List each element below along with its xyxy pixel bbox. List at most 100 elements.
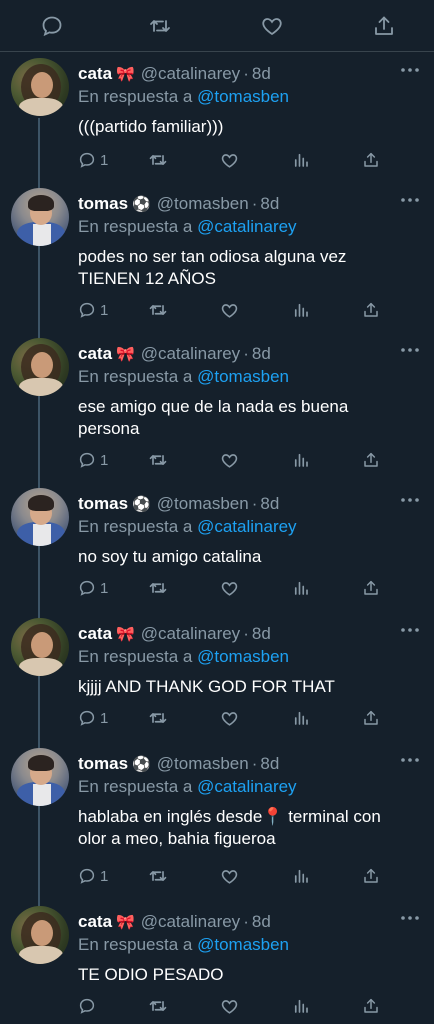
reply-context: En respuesta a @catalinarey (78, 776, 297, 798)
retweet-button[interactable] (148, 450, 168, 470)
avatar[interactable] (11, 748, 69, 806)
reply-mention[interactable]: @tomasben (197, 367, 289, 386)
reply-mention[interactable]: @catalinarey (197, 217, 296, 236)
retweet-button[interactable] (148, 708, 168, 728)
reply-mention[interactable]: @catalinarey (197, 777, 296, 796)
tweet-header: cata 🎀 @catalinarey · 8d (78, 343, 271, 365)
retweet-button[interactable] (148, 150, 168, 170)
analytics-button[interactable] (292, 866, 310, 886)
name-emoji: ⚽ (132, 196, 151, 213)
like-icon[interactable] (260, 14, 284, 38)
retweet-icon[interactable] (148, 14, 172, 38)
like-button[interactable] (220, 450, 239, 470)
analytics-icon (294, 453, 308, 467)
share-button[interactable] (362, 866, 380, 886)
more-options-icon[interactable] (400, 914, 420, 922)
reply-button[interactable]: 1 (78, 450, 108, 470)
share-button[interactable] (362, 300, 380, 320)
tweet-text-line: kjjjj AND THANK GOD FOR THAT (78, 677, 335, 696)
share-button[interactable] (362, 150, 380, 170)
avatar[interactable] (11, 906, 69, 964)
reply-icon[interactable] (40, 14, 64, 38)
avatar[interactable] (11, 58, 69, 116)
handle[interactable]: @tomasben (157, 194, 249, 213)
reply-button[interactable]: 1 (78, 708, 108, 728)
timestamp[interactable]: 8d (260, 754, 279, 773)
more-options-icon[interactable] (400, 496, 420, 504)
display-name[interactable]: cata (78, 912, 112, 931)
name-emoji: ⚽ (132, 756, 151, 773)
display-name[interactable]: cata (78, 344, 112, 363)
analytics-icon (294, 581, 308, 595)
timestamp[interactable]: 8d (252, 912, 271, 931)
avatar[interactable] (11, 188, 69, 246)
handle[interactable]: @tomasben (157, 754, 249, 773)
like-icon (221, 711, 238, 726)
name-emoji: ⚽ (132, 496, 151, 513)
timestamp[interactable]: 8d (252, 344, 271, 363)
analytics-button[interactable] (292, 578, 310, 598)
like-button[interactable] (220, 300, 239, 320)
reply-button[interactable]: 1 (78, 578, 108, 598)
like-button[interactable] (220, 150, 239, 170)
retweet-button[interactable] (148, 300, 168, 320)
display-name[interactable]: tomas (78, 194, 128, 213)
handle[interactable]: @catalinarey (141, 624, 240, 643)
handle[interactable]: @catalinarey (141, 912, 240, 931)
more-options-icon[interactable] (400, 626, 420, 634)
share-icon[interactable] (372, 14, 396, 38)
more-options-icon[interactable] (400, 196, 420, 204)
reply-button[interactable]: 1 (78, 300, 108, 320)
handle[interactable]: @tomasben (157, 494, 249, 513)
retweet-button[interactable] (148, 866, 168, 886)
like-button[interactable] (220, 708, 239, 728)
analytics-button[interactable] (292, 708, 310, 728)
more-options-icon[interactable] (400, 346, 420, 354)
timestamp[interactable]: 8d (252, 64, 271, 83)
analytics-button[interactable] (292, 150, 310, 170)
reply-mention[interactable]: @tomasben (197, 647, 289, 666)
display-name[interactable]: tomas (78, 754, 128, 773)
like-button[interactable] (220, 578, 239, 598)
share-button[interactable] (362, 450, 380, 470)
handle[interactable]: @catalinarey (141, 344, 240, 363)
handle[interactable]: @catalinarey (141, 64, 240, 83)
retweet-button[interactable] (148, 578, 168, 598)
analytics-button[interactable] (292, 996, 310, 1016)
reply-count: 1 (100, 579, 109, 597)
retweet-icon (149, 1001, 167, 1011)
display-name[interactable]: cata (78, 64, 112, 83)
reply-mention[interactable]: @catalinarey (197, 517, 296, 536)
tweet-header: cata 🎀 @catalinarey · 8d (78, 63, 271, 85)
analytics-button[interactable] (292, 300, 310, 320)
timestamp[interactable]: 8d (260, 194, 279, 213)
reply-button[interactable] (78, 996, 100, 1016)
avatar[interactable] (11, 338, 69, 396)
display-name[interactable]: cata (78, 624, 112, 643)
like-icon (221, 153, 238, 168)
avatar[interactable] (11, 488, 69, 546)
analytics-button[interactable] (292, 450, 310, 470)
reply-mention[interactable]: @tomasben (197, 87, 289, 106)
reply-button[interactable]: 1 (78, 150, 108, 170)
avatar[interactable] (11, 618, 69, 676)
share-button[interactable] (362, 708, 380, 728)
reply-mention[interactable]: @tomasben (197, 935, 289, 954)
tweet-text-line: persona (78, 419, 140, 438)
display-name[interactable]: tomas (78, 494, 128, 513)
like-button[interactable] (220, 866, 239, 886)
tweet-header: tomas ⚽ @tomasben · 8d (78, 193, 279, 215)
reply-button[interactable]: 1 (78, 866, 108, 886)
share-button[interactable] (362, 996, 380, 1016)
tweet-actions: 1 (78, 150, 398, 170)
more-options-icon[interactable] (400, 66, 420, 74)
more-options-icon[interactable] (400, 756, 420, 764)
timestamp[interactable]: 8d (252, 624, 271, 643)
reply-count: 1 (100, 151, 109, 169)
timestamp[interactable]: 8d (260, 494, 279, 513)
share-button[interactable] (362, 578, 380, 598)
retweet-button[interactable] (148, 996, 168, 1016)
tweet-header: cata 🎀 @catalinarey · 8d (78, 911, 271, 933)
like-button[interactable] (220, 996, 239, 1016)
tweet-text: ese amigo que de la nada es buena persona (78, 396, 408, 440)
